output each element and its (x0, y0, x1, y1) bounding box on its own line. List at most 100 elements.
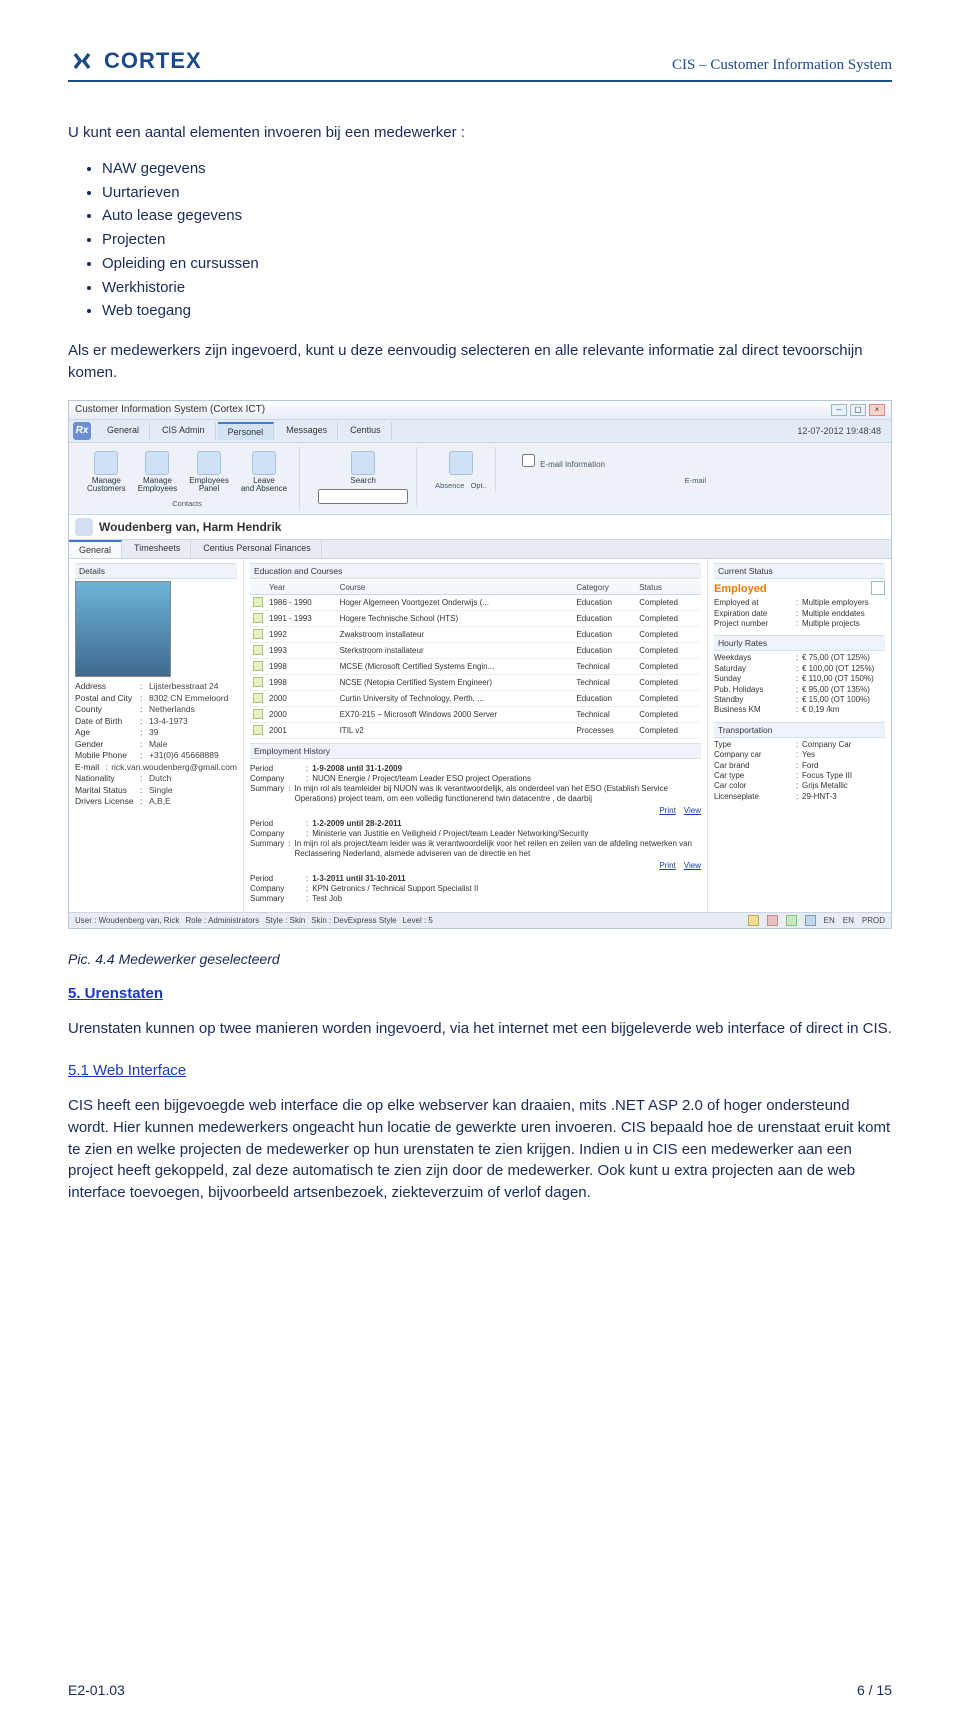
email-info-checkbox[interactable]: E-mail Information (514, 449, 609, 472)
app-screenshot: Customer Information System (Cortex ICT)… (68, 400, 892, 930)
print-link[interactable]: Print (659, 861, 675, 870)
topnav-item[interactable]: Centius (340, 422, 392, 440)
bullet-item: Opleiding en cursussen (102, 253, 892, 275)
sb-icon[interactable] (786, 915, 797, 926)
top-nav: GeneralCIS AdminPersonelMessagesCentius (97, 422, 797, 440)
minimize-icon[interactable]: – (831, 404, 847, 416)
table-row[interactable]: 1998MCSE (Microsoft Certified Systems En… (250, 659, 701, 675)
status-lang2: EN (843, 916, 854, 925)
table-row[interactable]: 1992Zwakstroom installateurEducationComp… (250, 627, 701, 643)
kv-row: Car brand:Ford (714, 761, 885, 771)
add-status-icon[interactable] (871, 581, 885, 595)
bullet-item: Web toegang (102, 300, 892, 322)
sb-icon[interactable] (805, 915, 816, 926)
ribbon-button[interactable]: ManageCustomers (83, 449, 130, 496)
maximize-icon[interactable]: ▢ (850, 404, 866, 416)
row-icon (253, 709, 263, 719)
window-buttons: – ▢ × (831, 404, 885, 416)
employee-name: Woudenberg van, Harm Hendrik (99, 520, 281, 534)
emp-tab[interactable]: Centius Personal Finances (193, 540, 322, 558)
table-row[interactable]: 2001ITIL v2ProcessesCompleted (250, 723, 701, 739)
status-panel: Current Status Employed Employed at:Mult… (708, 559, 891, 912)
edu-col-header[interactable]: Course (337, 581, 574, 595)
employee-header: Woudenberg van, Harm Hendrik (69, 515, 891, 540)
education-header: Education and Courses (250, 563, 701, 579)
search-input[interactable] (318, 489, 408, 504)
detail-row: Address:Lijsterbesstraat 24 (75, 681, 237, 692)
bullet-item: Projecten (102, 229, 892, 251)
logo-mark-icon (68, 50, 96, 72)
edu-col-header[interactable]: Year (266, 581, 337, 595)
section-5-title: 5. Urenstaten (68, 985, 892, 1002)
view-link[interactable]: View (684, 806, 701, 815)
topnav-item[interactable]: Personel (218, 422, 275, 440)
history-item: Period:1-3-2011 until 31-10-2011Company:… (250, 874, 701, 904)
ribbon-icon (94, 451, 118, 475)
detail-row: Gender:Male (75, 739, 237, 750)
app-badge-icon: Rx (73, 422, 91, 440)
employee-photo (75, 581, 171, 677)
section-5-1-text: CIS heeft een bijgevoegde web interface … (68, 1095, 892, 1204)
topnav-item[interactable]: Messages (276, 422, 338, 440)
table-row[interactable]: 1986 - 1990Hoger Algemeen Voortgezet Ond… (250, 595, 701, 611)
detail-row: Mobile Phone:+31(0)6 45668889 (75, 750, 237, 761)
table-row[interactable]: 2000Curtin University of Technology, Per… (250, 691, 701, 707)
table-row[interactable]: 1991 - 1993Hogere Technische School (HTS… (250, 611, 701, 627)
email-info-box[interactable] (522, 454, 535, 467)
kv-row: Car type:Focus Type III (714, 771, 885, 781)
kv-row: Sunday:€ 110,00 (OT 150%) (714, 674, 885, 684)
status-lang1: EN (824, 916, 835, 925)
sb-icon[interactable] (748, 915, 759, 926)
kv-row: Project number:Multiple projects (714, 619, 885, 629)
kv-row: Weekdays:€ 75,00 (OT 125%) (714, 653, 885, 663)
table-row[interactable]: 1998NCSE (Netopia Certified System Engin… (250, 675, 701, 691)
education-table: YearCourseCategoryStatus 1986 - 1990Hoge… (250, 581, 701, 739)
print-link[interactable]: Print (659, 806, 675, 815)
status-env: PROD (862, 916, 885, 925)
topnav-item[interactable]: General (97, 422, 150, 440)
search-button[interactable]: Search (346, 449, 379, 487)
section-5-1-title: 5.1 Web Interface (68, 1062, 892, 1079)
ribbon-button[interactable]: EmployeesPanel (185, 449, 233, 496)
employee-tabs: GeneralTimesheetsCentius Personal Financ… (69, 540, 891, 559)
view-link[interactable]: View (684, 861, 701, 870)
emp-tab[interactable]: General (69, 540, 122, 558)
row-icon (253, 677, 263, 687)
bullet-item: NAW gegevens (102, 158, 892, 180)
table-row[interactable]: 1993Sterkstroom installateurEducationCom… (250, 643, 701, 659)
emp-tab[interactable]: Timesheets (124, 540, 191, 558)
sb-icon[interactable] (767, 915, 778, 926)
detail-row: Age:39 (75, 727, 237, 738)
ribbon-group-search: Search (310, 447, 417, 506)
section-5-text: Urenstaten kunnen op twee manieren worde… (68, 1018, 892, 1040)
avatar-icon (75, 518, 93, 536)
kv-row: Saturday:€ 100,00 (OT 125%) (714, 664, 885, 674)
top-datetime: 12-07-2012 19:48:48 (797, 426, 881, 436)
details-header: Details (75, 563, 237, 579)
intro2-paragraph: Als er medewerkers zijn ingevoerd, kunt … (68, 340, 892, 384)
ribbon-button[interactable]: Leaveand Absence (237, 449, 291, 496)
topnav-item[interactable]: CIS Admin (152, 422, 216, 440)
kv-row: Employed at:Multiple employers (714, 598, 885, 608)
edu-col-header[interactable]: Status (636, 581, 701, 595)
edu-col-header[interactable]: Category (573, 581, 636, 595)
history-item: Period:1-9-2008 until 31-1-2009Company:N… (250, 764, 701, 815)
ribbon-group-absence: Absence Opt.. (427, 447, 496, 492)
logo-text: CORTEX (104, 48, 202, 74)
bullet-item: Uurtarieven (102, 182, 892, 204)
detail-row: E-mail:rick.van.woudenberg@gmail.com (75, 762, 237, 773)
detail-row: Date of Birth:13-4-1973 (75, 716, 237, 727)
close-icon[interactable]: × (869, 404, 885, 416)
details-panel: Details Address:Lijsterbesstraat 24Posta… (69, 559, 244, 912)
bullet-item: Auto lease gegevens (102, 205, 892, 227)
kv-row: Licenseplate:29-HNT-3 (714, 792, 885, 802)
table-row[interactable]: 2000EX70-215 – Microsoft Windows 2000 Se… (250, 707, 701, 723)
ribbon-button[interactable]: ManageEmployees (134, 449, 182, 496)
employed-label: Employed (714, 581, 885, 598)
window-titlebar: Customer Information System (Cortex ICT)… (69, 401, 891, 420)
kv-row: Expiration date:Multiple enddates (714, 609, 885, 619)
intro-bullets: NAW gegevensUurtarievenAuto lease gegeve… (102, 158, 892, 322)
row-icon (253, 693, 263, 703)
window-title: Customer Information System (Cortex ICT) (75, 404, 265, 415)
search-icon (351, 451, 375, 475)
